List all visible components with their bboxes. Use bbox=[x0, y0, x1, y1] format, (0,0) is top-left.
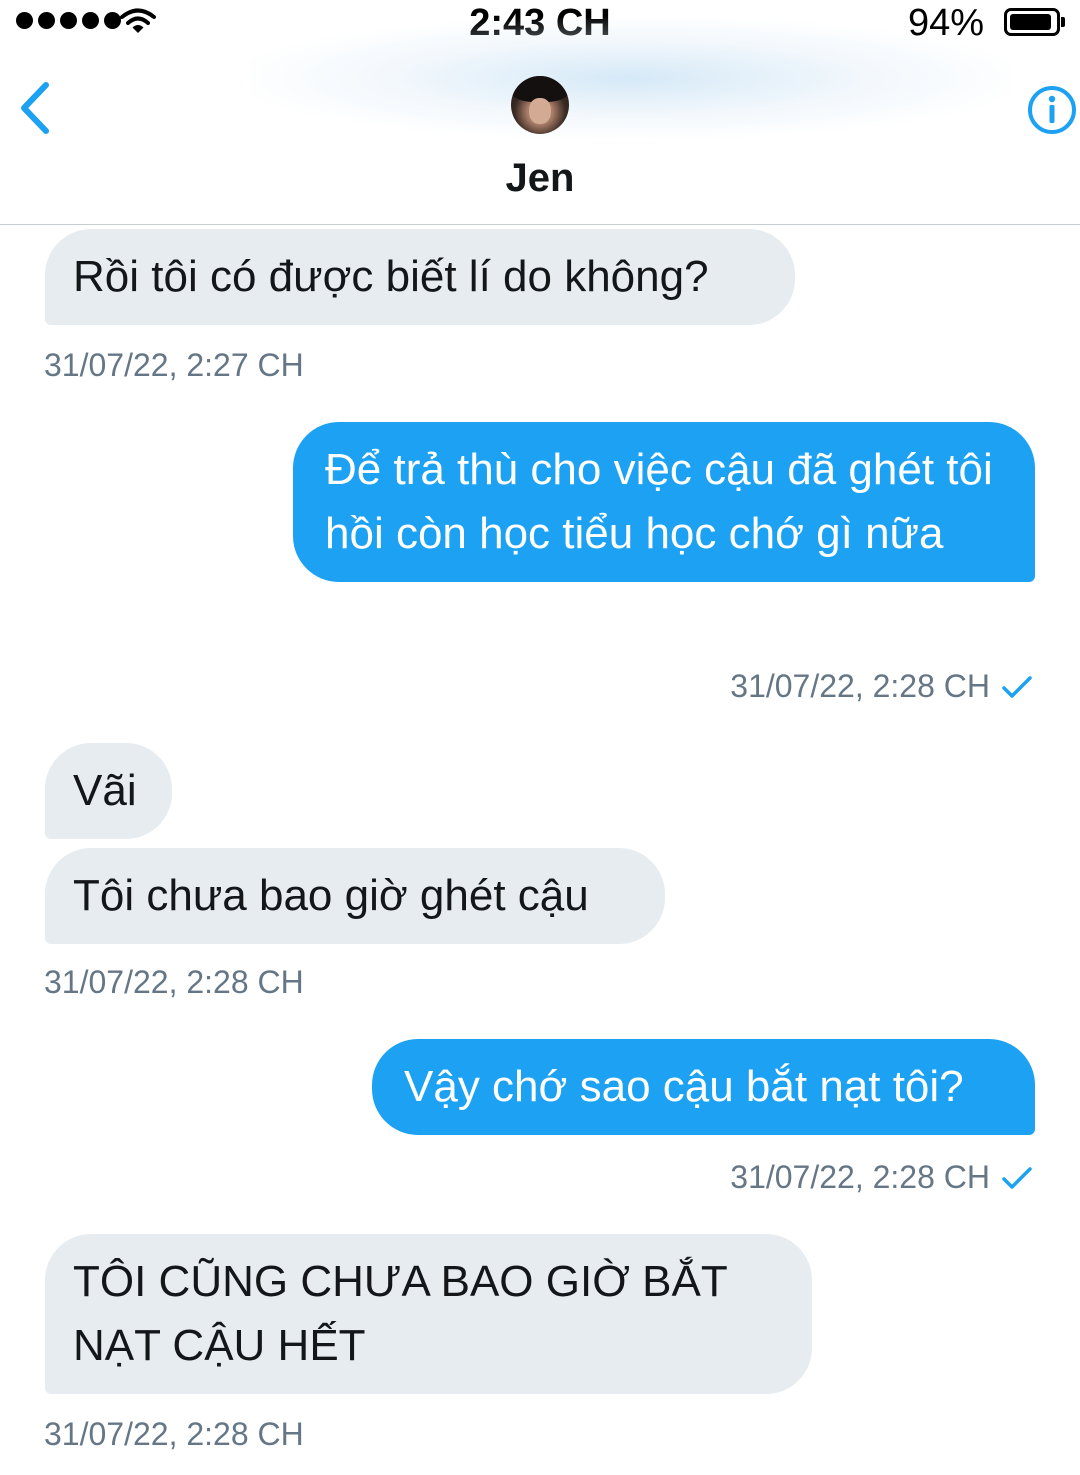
message-text: Rồi tôi có được biết lí do không? bbox=[73, 252, 709, 301]
message-bubble-outgoing[interactable]: Để trả thù cho việc cậu đã ghét tôi hồi … bbox=[293, 422, 1035, 582]
message-bubble-incoming[interactable]: TÔI CŨNG CHƯA BAO GIỜ BẮT NẠT CẬU HẾT bbox=[45, 1234, 812, 1394]
message-bubble-incoming[interactable]: Tôi chưa bao giờ ghét cậu bbox=[45, 848, 665, 944]
message-bubble-incoming[interactable]: Vãi bbox=[45, 743, 172, 839]
message-timestamp: 31/07/22, 2:28 CH bbox=[44, 964, 304, 1000]
status-bar: 2:43 CH 94% bbox=[0, 0, 1080, 48]
message-text: Để trả thù cho việc cậu đã ghét tôi hồi … bbox=[325, 445, 993, 558]
info-icon[interactable] bbox=[1026, 84, 1078, 136]
message-timestamp: 31/07/22, 2:27 CH bbox=[44, 347, 304, 383]
message-timestamp: 31/07/22, 2:28 CH bbox=[44, 1416, 304, 1452]
battery-icon bbox=[1004, 8, 1065, 36]
message-timestamp: 31/07/22, 2:28 CH bbox=[730, 1159, 990, 1195]
message-timestamp-row: 31/07/22, 2:28 CH bbox=[730, 668, 1032, 705]
avatar[interactable] bbox=[511, 76, 569, 134]
message-timestamp: 31/07/22, 2:28 CH bbox=[730, 668, 990, 704]
message-text: TÔI CŨNG CHƯA BAO GIỜ BẮT NẠT CẬU HẾT bbox=[73, 1257, 727, 1370]
contact-name[interactable]: Jen bbox=[0, 156, 1080, 201]
battery-percent: 94% bbox=[907, 2, 984, 44]
conversation-header: Jen bbox=[0, 18, 1080, 225]
message-bubble-incoming[interactable]: Rồi tôi có được biết lí do không? bbox=[45, 229, 795, 325]
message-text: Vậy chớ sao cậu bắt nạt tôi? bbox=[404, 1062, 964, 1111]
back-button[interactable] bbox=[4, 76, 64, 140]
check-icon bbox=[1002, 675, 1032, 698]
chevron-left-icon bbox=[21, 82, 49, 134]
check-icon bbox=[1002, 1166, 1032, 1189]
message-timestamp-row: 31/07/22, 2:28 CH bbox=[730, 1159, 1032, 1196]
message-text: Vãi bbox=[73, 766, 137, 815]
message-text: Tôi chưa bao giờ ghét cậu bbox=[73, 871, 589, 920]
message-bubble-outgoing[interactable]: Vậy chớ sao cậu bắt nạt tôi? bbox=[372, 1039, 1035, 1135]
message-thread[interactable]: Rồi tôi có được biết lí do không? 31/07/… bbox=[0, 225, 1080, 1475]
